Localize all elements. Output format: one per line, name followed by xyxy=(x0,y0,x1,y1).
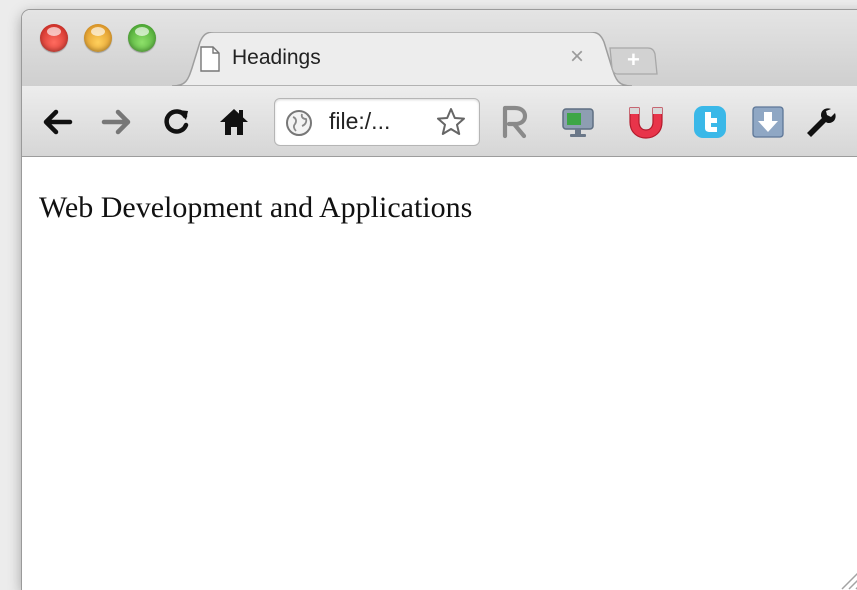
readability-r-glyph xyxy=(502,105,528,139)
wrench-icon[interactable] xyxy=(802,104,838,140)
new-tab-button[interactable]: + xyxy=(608,46,658,76)
magnet-glyph xyxy=(629,107,663,139)
zoom-window-button[interactable] xyxy=(128,24,156,52)
address-bar[interactable]: file:/... xyxy=(274,98,480,146)
home-icon xyxy=(220,109,248,135)
back-button[interactable] xyxy=(40,104,76,140)
close-window-button[interactable] xyxy=(40,24,68,52)
tab-close-button[interactable]: × xyxy=(570,43,584,71)
magnet-extension-icon[interactable] xyxy=(626,104,663,140)
back-arrow-icon xyxy=(43,109,73,135)
plus-icon: + xyxy=(627,47,640,72)
monitor-glyph xyxy=(562,108,594,137)
star-icon[interactable] xyxy=(435,106,467,138)
document-icon xyxy=(200,46,220,72)
readability-r-icon[interactable] xyxy=(496,104,532,140)
tab-headings[interactable]: Headings × xyxy=(172,32,632,86)
monitor-extension-icon[interactable] xyxy=(560,104,596,140)
tab-title: Headings xyxy=(232,46,321,69)
minimize-window-button[interactable] xyxy=(84,24,112,52)
wrench-glyph xyxy=(807,108,836,137)
reload-icon xyxy=(164,109,189,134)
twitter-icon[interactable] xyxy=(692,104,728,140)
reload-button[interactable] xyxy=(158,104,194,140)
download-glyph xyxy=(752,106,784,138)
browser-window: Headings × + file:/... Web Development a… xyxy=(22,10,857,590)
toolbar: file:/... xyxy=(22,86,857,157)
download-extension-icon[interactable] xyxy=(750,104,786,140)
globe-icon xyxy=(286,110,312,136)
page-body-text: Web Development and Applications xyxy=(39,191,473,224)
url-text[interactable]: file:/... xyxy=(329,108,390,135)
twitter-glyph xyxy=(694,106,726,138)
forward-arrow-icon xyxy=(101,109,131,135)
title-bar: Headings × + xyxy=(22,10,857,86)
page-content: Web Development and Applications xyxy=(22,157,857,590)
resize-grip-icon[interactable] xyxy=(836,564,857,590)
forward-button[interactable] xyxy=(98,104,134,140)
home-button[interactable] xyxy=(216,104,252,140)
